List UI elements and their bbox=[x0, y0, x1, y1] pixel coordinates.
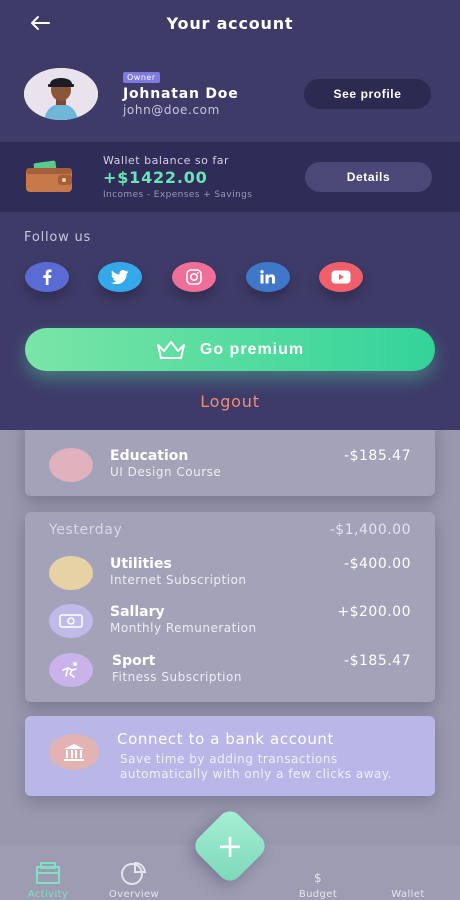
dollar-icon: $ bbox=[313, 871, 323, 885]
transaction-name: Education bbox=[110, 448, 189, 464]
yesterday-card: Yesterday -$1,400.00 Utilities Internet … bbox=[25, 512, 435, 702]
follow-us-label: Follow us bbox=[24, 230, 92, 245]
day-label: Yesterday bbox=[49, 522, 123, 538]
nav-budget-label: Budget bbox=[298, 889, 338, 900]
page-title: Your account bbox=[166, 14, 294, 33]
top-bar: Your account bbox=[0, 0, 460, 50]
running-icon bbox=[49, 653, 93, 687]
connect-bank-card[interactable]: Connect to a bank account Save time by a… bbox=[25, 716, 435, 796]
wallet-formula: Incomes - Expenses + Savings bbox=[103, 190, 253, 200]
youtube-icon[interactable] bbox=[319, 262, 363, 292]
bank-card-title: Connect to a bank account bbox=[117, 730, 335, 748]
nav-activity[interactable]: Activity bbox=[8, 855, 88, 900]
facebook-icon[interactable] bbox=[25, 262, 69, 292]
instagram-icon[interactable] bbox=[172, 262, 216, 292]
crown-icon bbox=[156, 340, 185, 359]
pie-chart-icon bbox=[94, 855, 174, 885]
transaction-subtitle: Internet Subscription bbox=[110, 573, 247, 587]
education-icon bbox=[49, 448, 93, 482]
nav-overview[interactable]: Overview bbox=[94, 855, 174, 900]
see-profile-button[interactable]: See profile bbox=[304, 79, 431, 109]
transaction-amount: +$200.00 bbox=[337, 604, 411, 620]
linkedin-icon[interactable] bbox=[246, 262, 290, 292]
wallet-caption: Wallet balance so far bbox=[103, 154, 229, 167]
money-icon bbox=[49, 604, 93, 638]
account-panel: Your account Owner Johnatan Doe john@doe… bbox=[0, 0, 460, 430]
user-email: john@doe.com bbox=[123, 103, 220, 117]
nav-wallet[interactable]: Wallet bbox=[368, 855, 448, 900]
transaction-row[interactable]: Education UI Design Course -$185.47 bbox=[25, 448, 435, 492]
logout-button[interactable]: Logout bbox=[0, 392, 460, 411]
wallet-icon bbox=[24, 160, 74, 194]
transaction-name: Utilities bbox=[110, 556, 172, 572]
transaction-subtitle: Monthly Remuneration bbox=[110, 621, 257, 635]
nav-overview-label: Overview bbox=[108, 889, 160, 900]
transaction-amount: -$185.47 bbox=[344, 448, 411, 464]
bank-card-subtitle: Save time by adding transactions automat… bbox=[120, 752, 393, 781]
go-premium-button[interactable]: Go premium bbox=[25, 328, 435, 371]
details-button[interactable]: Details bbox=[305, 162, 432, 192]
go-premium-label: Go premium bbox=[199, 340, 305, 358]
utilities-icon bbox=[49, 556, 93, 590]
transaction-card: Education UI Design Course -$185.47 bbox=[25, 420, 435, 496]
user-name: Johnatan Doe bbox=[123, 86, 239, 102]
owner-badge: Owner bbox=[123, 72, 160, 83]
activity-icon bbox=[8, 855, 88, 885]
plus-icon: + bbox=[216, 827, 244, 865]
transaction-row[interactable]: Sport Fitness Subscription -$185.47 bbox=[25, 653, 435, 697]
nav-activity-label: Activity bbox=[27, 889, 69, 900]
wallet-balance: +$1422.00 bbox=[103, 168, 208, 187]
avatar[interactable] bbox=[24, 68, 98, 120]
wallet-nav-icon bbox=[368, 855, 448, 885]
transaction-row[interactable]: Utilities Internet Subscription -$400.00 bbox=[25, 556, 435, 600]
transaction-subtitle: Fitness Subscription bbox=[112, 670, 242, 684]
transaction-name: Sport bbox=[112, 653, 156, 669]
day-total: -$1,400.00 bbox=[329, 522, 411, 538]
transaction-row[interactable]: Sallary Monthly Remuneration +$200.00 bbox=[25, 604, 435, 648]
transaction-subtitle: UI Design Course bbox=[110, 465, 222, 479]
bank-icon bbox=[49, 734, 99, 770]
twitter-icon[interactable] bbox=[98, 262, 142, 292]
nav-wallet-label: Wallet bbox=[391, 889, 425, 900]
nav-budget[interactable]: $ Budget bbox=[278, 855, 358, 900]
transaction-amount: -$185.47 bbox=[344, 653, 411, 669]
transaction-amount: -$400.00 bbox=[344, 556, 411, 572]
transaction-name: Sallary bbox=[110, 604, 165, 620]
